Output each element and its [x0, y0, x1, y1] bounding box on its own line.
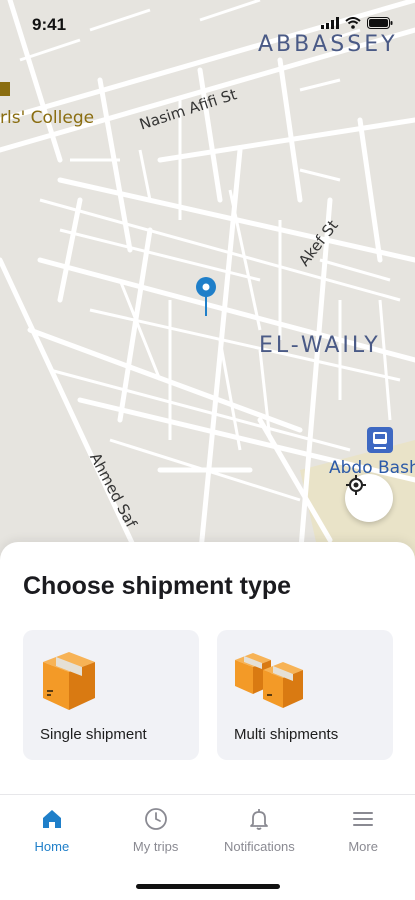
district-label-el-waily: EL-WAILY [259, 333, 381, 358]
bottom-tab-bar: Home My trips Notifications More [0, 795, 415, 865]
boxes-icon [235, 653, 303, 708]
tab-more-label: More [348, 839, 378, 854]
tab-notifications-label: Notifications [223, 839, 295, 854]
status-icons [321, 17, 393, 29]
single-shipment-label: Single shipment [40, 726, 147, 743]
multi-shipments-label: Multi shipments [234, 726, 339, 743]
metro-station-icon[interactable] [367, 427, 393, 453]
battery-icon [367, 17, 393, 29]
tab-my-trips-label: My trips [132, 839, 179, 854]
wifi-icon [345, 17, 361, 29]
menu-icon [353, 812, 374, 826]
signal-icon [321, 17, 339, 29]
tab-notifications[interactable]: Notifications [208, 795, 312, 865]
single-shipment-card[interactable]: Single shipment [23, 630, 199, 760]
home-icon [42, 810, 61, 828]
bell-icon [250, 809, 269, 830]
locate-me-button[interactable] [345, 474, 393, 522]
tab-home-label: Home [34, 839, 70, 854]
home-indicator [136, 884, 280, 889]
poi-marker-icon [0, 82, 10, 96]
multi-shipments-card[interactable]: Multi shipments [217, 630, 393, 760]
status-time: 9:41 [32, 15, 67, 34]
tab-home[interactable]: Home [0, 795, 104, 865]
crosshair-icon [346, 475, 366, 495]
box-icon [43, 652, 95, 710]
map-view[interactable]: ABBASSEY EL-WAILY Nasim Afifi St Akef St… [0, 0, 415, 560]
sheet-title: Choose shipment type [23, 572, 292, 600]
poi-label-college: rls' College [0, 108, 95, 128]
tab-my-trips[interactable]: My trips [104, 795, 208, 865]
status-bar: 9:41 [0, 0, 415, 46]
clock-icon [144, 808, 167, 830]
tab-more[interactable]: More [311, 795, 415, 865]
